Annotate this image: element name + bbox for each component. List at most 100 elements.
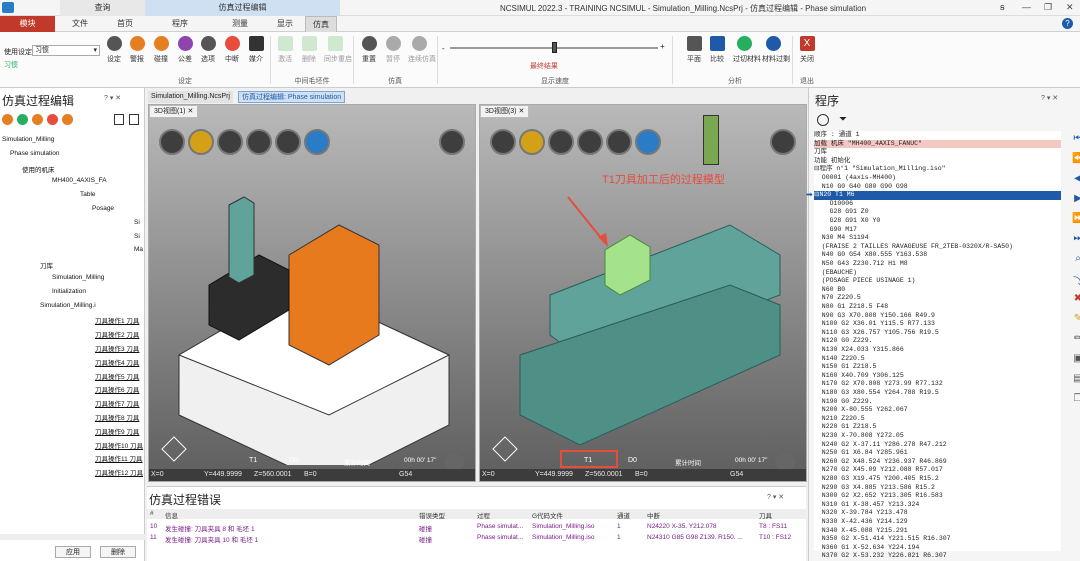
program-line[interactable]: (POSAGE PIECE USINAGE 1) bbox=[814, 277, 1061, 286]
tree-item-tool-operation[interactable]: 刀具操作5 刀具 bbox=[95, 371, 139, 381]
view-box-icon[interactable] bbox=[519, 129, 545, 155]
orange-tool-icon[interactable] bbox=[2, 114, 13, 125]
delete-stock-button[interactable]: 删除 bbox=[298, 36, 320, 64]
settings-select[interactable]: 习惯 ▾ bbox=[32, 45, 100, 56]
tab-file[interactable]: 文件 bbox=[60, 16, 100, 32]
program-line[interactable]: N190 G0 Z229. bbox=[814, 398, 1061, 407]
program-line[interactable]: N90 G3 X70.808 Y150.166 R49.9 bbox=[814, 312, 1061, 321]
program-line[interactable]: N350 G2 X-51.414 Y221.515 R16.307 bbox=[814, 535, 1061, 544]
tree-item-tool-operation[interactable]: 刀具操作8 刀具 bbox=[95, 412, 139, 422]
horizontal-scrollbar[interactable] bbox=[0, 534, 145, 540]
tab-simulation[interactable]: 仿真 bbox=[305, 16, 337, 32]
sync-restart-button[interactable]: 同步重启 bbox=[324, 36, 352, 64]
media-button[interactable]: 媒介 bbox=[245, 36, 267, 64]
program-line[interactable]: N230 X-70.808 Y272.05 bbox=[814, 432, 1061, 441]
tree-item[interactable]: MH400_4AXIS_FA bbox=[52, 177, 107, 184]
copy-icon[interactable]: ❐ bbox=[1072, 393, 1080, 405]
plane-button[interactable]: 平面 bbox=[683, 36, 705, 64]
view-tab-2[interactable]: 3D视图(3) ✕ bbox=[480, 105, 530, 118]
alarm-button[interactable]: 警报 bbox=[126, 36, 148, 64]
program-line[interactable]: O10006 bbox=[814, 200, 1061, 209]
continuous-sim-button[interactable]: 连续仿真 bbox=[408, 36, 436, 64]
tree-item[interactable]: Simulation_Milling bbox=[2, 136, 54, 143]
tree-item[interactable]: Phase simulation bbox=[10, 150, 60, 157]
tree-item[interactable]: 刀库 bbox=[40, 260, 53, 270]
program-line[interactable]: ⊟程序 n°1 "Simulation_Milling.iso" bbox=[814, 165, 1061, 174]
tree-item[interactable]: Simulation_Milling.i bbox=[40, 302, 96, 309]
dropdown-tool-icon[interactable] bbox=[62, 114, 73, 125]
program-line[interactable]: N300 G2 X2.652 Y213.305 R16.583 bbox=[814, 492, 1061, 501]
clock-icon[interactable] bbox=[817, 114, 829, 126]
list-view-icon[interactable] bbox=[114, 114, 124, 125]
tree-item[interactable]: Si bbox=[134, 219, 140, 226]
tree-item-tool-operation[interactable]: 刀具操作6 刀具 bbox=[95, 384, 139, 394]
search-icon[interactable]: ⌕ bbox=[1072, 253, 1080, 265]
jump-icon[interactable]: ⤵ bbox=[1072, 273, 1080, 288]
program-line[interactable]: N180 G3 X80.554 Y264.788 R19.5 bbox=[814, 389, 1061, 398]
filter-icon[interactable]: ⏷ bbox=[839, 114, 847, 125]
excess-button[interactable]: 材料过剩 bbox=[762, 36, 790, 64]
close-window-button[interactable]: ✕ bbox=[1066, 2, 1074, 13]
pencil-icon[interactable]: ✏ bbox=[1072, 333, 1080, 345]
pause-button[interactable]: 暂停 bbox=[382, 36, 404, 64]
program-line[interactable]: N70 Z220.5 bbox=[814, 294, 1061, 303]
tree-item[interactable]: Ma bbox=[134, 246, 143, 253]
next-block-icon[interactable]: ⏩ bbox=[1072, 213, 1080, 225]
tree-item-tool-operation[interactable]: 刀具操作12 刀具 bbox=[95, 467, 143, 477]
speed-slider[interactable]: - + bbox=[442, 38, 667, 58]
tree-item[interactable]: Initialization bbox=[52, 288, 86, 295]
program-line[interactable]: N60 B0 bbox=[814, 286, 1061, 295]
program-line[interactable]: N370 G2 X-53.232 Y226.821 R6.307 bbox=[814, 552, 1061, 561]
program-line[interactable]: N240 G2 X-37.11 Y286.278 R47.212 bbox=[814, 441, 1061, 450]
clear-jump-icon[interactable]: ✖ bbox=[1072, 293, 1080, 305]
compare-button[interactable]: 比较 bbox=[706, 36, 728, 64]
view-select-icon[interactable] bbox=[275, 129, 301, 155]
tree-item-tool-operation[interactable]: 刀具操作4 刀具 bbox=[95, 357, 139, 367]
reset-button[interactable]: 重置 bbox=[358, 36, 380, 64]
restore-button[interactable]: ❐ bbox=[1044, 2, 1052, 13]
view-box-icon[interactable] bbox=[188, 129, 214, 155]
delete-button[interactable]: 删除 bbox=[100, 546, 136, 558]
doc-tab-project[interactable]: Simulation_Milling.NcsPrj bbox=[148, 91, 233, 103]
tolerance-button[interactable]: 公差 bbox=[174, 36, 196, 64]
tree-item[interactable]: Simulation_Milling bbox=[52, 274, 104, 281]
program-line[interactable]: ⊟N20 T1 M6 bbox=[814, 191, 1061, 200]
view-camera-icon[interactable] bbox=[159, 129, 185, 155]
program-line[interactable]: G90 M17 bbox=[814, 226, 1061, 235]
orange-cycle-icon[interactable] bbox=[32, 114, 43, 125]
panel-controls[interactable]: ? ▾ ✕ bbox=[104, 94, 121, 102]
program-line[interactable]: N150 G1 Z218.5 bbox=[814, 363, 1061, 372]
pin-button[interactable]: ꞩ bbox=[1000, 2, 1005, 13]
program-line[interactable]: N130 X24.033 Y315.866 bbox=[814, 346, 1061, 355]
program-line[interactable]: N340 X-45.088 Y215.291 bbox=[814, 527, 1061, 536]
tree-item-tool-operation[interactable]: 刀具操作10 刀具 bbox=[95, 440, 143, 450]
program-line[interactable]: N270 G2 X45.09 Y212.088 R57.017 bbox=[814, 466, 1061, 475]
program-line[interactable]: G28 G91 X0 Y0 bbox=[814, 217, 1061, 226]
view-tab-1[interactable]: 3D视图(1) ✕ bbox=[149, 105, 199, 118]
error-row[interactable]: 11 发生碰撞: 刀具夹具 10 和 毛坯 1 碰撞 Phase simulat...… bbox=[147, 533, 806, 544]
program-line[interactable]: N10 G0 G40 G80 G90 G98 bbox=[814, 183, 1061, 192]
activate-stock-button[interactable]: 激活 bbox=[274, 36, 296, 64]
program-line[interactable]: N50 G43 Z230.712 H1 M8 bbox=[814, 260, 1061, 269]
program-line[interactable]: G28 G91 Z0 bbox=[814, 208, 1061, 217]
green-tool-icon[interactable] bbox=[17, 114, 28, 125]
program-listing[interactable]: 顺序 : 通道 1 加载 机床 "MH400_4AXIS_FANUC" 刀库 功能 初… bbox=[806, 131, 1061, 559]
program-line[interactable]: N220 G1 Z218.5 bbox=[814, 423, 1061, 432]
step-back-icon[interactable]: ◀ bbox=[1072, 173, 1080, 185]
document-icon[interactable]: ▤ bbox=[1072, 373, 1080, 385]
program-controls[interactable]: ? ▾ ✕ bbox=[1041, 94, 1058, 102]
tab-modules[interactable]: 模块 bbox=[0, 16, 55, 32]
tree-item-tool-operation[interactable]: 刀具操作11 刀具 bbox=[95, 453, 143, 463]
view-layers-icon[interactable] bbox=[548, 129, 574, 155]
prev-block-icon[interactable]: ⏪ bbox=[1072, 153, 1080, 165]
step-forward-icon[interactable]: ▶ bbox=[1072, 193, 1080, 205]
program-line[interactable]: N320 X-39.784 Y213.478 bbox=[814, 509, 1061, 518]
minimize-button[interactable]: — bbox=[1022, 2, 1031, 12]
tab-display[interactable]: 显示 bbox=[265, 16, 305, 32]
options-button[interactable]: 选项 bbox=[197, 36, 219, 64]
program-line[interactable]: N110 G3 X26.757 Y105.756 R19.5 bbox=[814, 329, 1061, 338]
list-view-2-icon[interactable] bbox=[129, 114, 139, 125]
program-line[interactable]: N360 G1 X-52.634 Y224.194 bbox=[814, 544, 1061, 553]
red-tool-icon[interactable] bbox=[47, 114, 58, 125]
tree-item-tool-operation[interactable]: 刀具操作7 刀具 bbox=[95, 398, 139, 408]
